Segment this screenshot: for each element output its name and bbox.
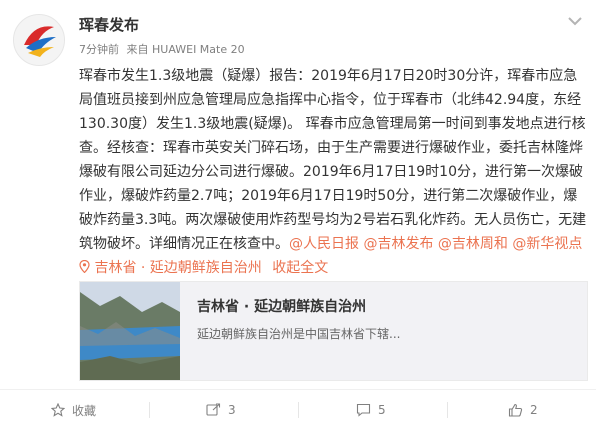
avatar-logo: [14, 15, 64, 65]
mention-link[interactable]: @人民日报: [289, 236, 359, 252]
author-name[interactable]: 珲春发布: [79, 14, 139, 35]
post-meta: 7分钟前 来自 HUAWEI Mate 20: [79, 41, 245, 57]
post-paragraph: 珲春市发生1.3级地震（疑爆）报告：2019年6月17日20时30分许，珲春市应…: [79, 68, 587, 252]
like-count: 2: [530, 403, 538, 417]
action-bar: 收藏 3 5 2: [0, 389, 596, 430]
location-card[interactable]: 吉林省 · 延边朝鲜族自治州 延边朝鲜族自治州是中国吉林省下辖...: [79, 281, 588, 381]
repost-count: 3: [228, 403, 236, 417]
mention-link[interactable]: @新华视点: [512, 236, 582, 252]
card-thumbnail: [80, 282, 180, 380]
divider: [298, 402, 299, 418]
divider: [447, 402, 448, 418]
post-text: 珲春市发生1.3级地震（疑爆）报告：2019年6月17日20时30分许，珲春市应…: [79, 64, 589, 280]
star-icon: [51, 403, 65, 417]
divider: [149, 402, 150, 418]
collapse-link[interactable]: 收起全文: [272, 260, 328, 276]
mention-link[interactable]: @吉林周和: [438, 236, 508, 252]
favorite-button[interactable]: 收藏: [51, 390, 96, 430]
post-source: 来自 HUAWEI Mate 20: [126, 43, 245, 56]
location-label: 吉林省 · 延边朝鲜族自治州: [94, 260, 262, 276]
card-title: 吉林省 · 延边朝鲜族自治州: [197, 299, 367, 315]
comment-icon: [356, 403, 371, 417]
favorite-label: 收藏: [72, 403, 97, 418]
chevron-down-icon[interactable]: [566, 14, 584, 28]
location-link[interactable]: 吉林省 · 延边朝鲜族自治州: [79, 259, 266, 276]
card-description: 延边朝鲜族自治州是中国吉林省下辖...: [197, 327, 401, 341]
location-pin-icon: [79, 259, 90, 274]
post-time[interactable]: 7分钟前: [79, 43, 119, 56]
avatar[interactable]: [13, 14, 65, 66]
mention-link[interactable]: @吉林发布: [363, 236, 433, 252]
like-button[interactable]: 2: [508, 390, 538, 430]
comment-count: 5: [378, 403, 386, 417]
thumbs-up-icon: [508, 403, 523, 417]
comment-button[interactable]: 5: [356, 390, 386, 430]
repost-button[interactable]: 3: [206, 390, 236, 430]
repost-icon: [206, 403, 221, 416]
